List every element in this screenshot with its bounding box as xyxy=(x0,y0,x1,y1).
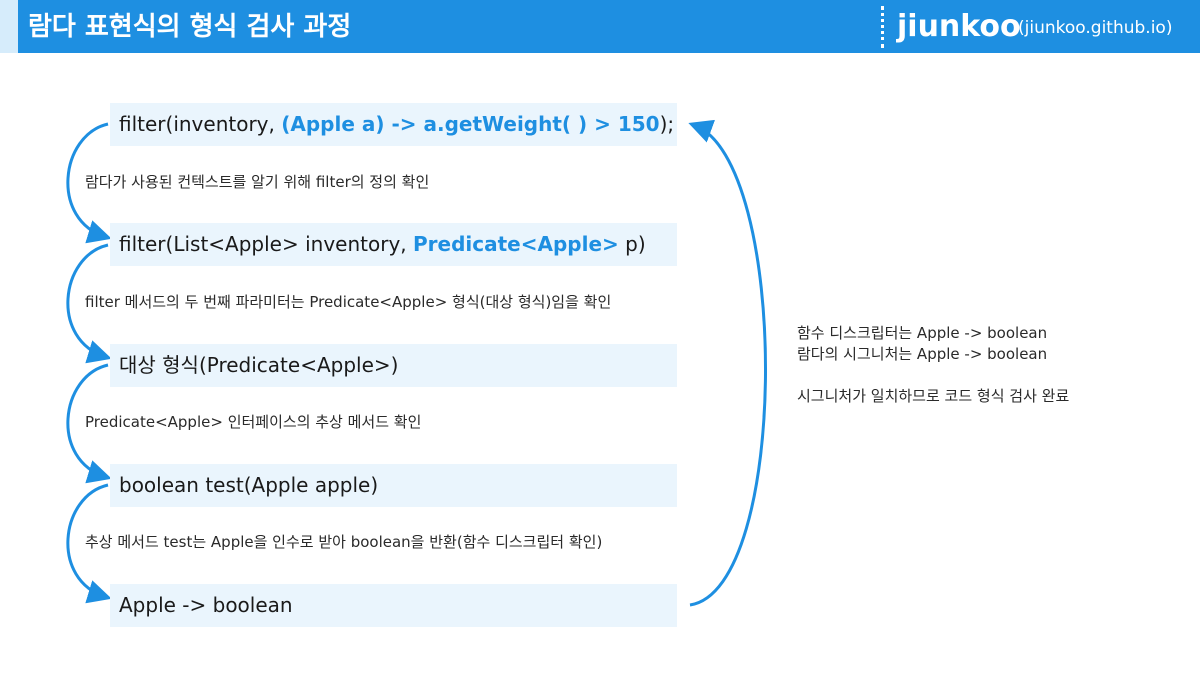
side-note-descriptor: 함수 디스크립터는 Apple -> boolean xyxy=(797,324,1048,342)
step-text-filter-signature: filter(List<Apple> inventory, Predicate<… xyxy=(119,232,646,256)
step-box-lambda-call: filter(inventory, (Apple a) -> a.getWeig… xyxy=(110,103,677,146)
brand-url: (jiunkoo.github.io) xyxy=(1018,18,1173,38)
side-note-signature: 람다의 시그니처는 Apple -> boolean xyxy=(797,345,1048,363)
page-title: 람다 표현식의 형식 검사 과정 xyxy=(28,12,352,42)
note-target-type: filter 메서드의 두 번째 파라미터는 Predicate<Apple> … xyxy=(85,293,612,311)
header-accent-strip xyxy=(0,0,18,53)
step-text-test-method: boolean test(Apple apple) xyxy=(119,473,379,497)
note-check-filter-definition: 람다가 사용된 컨텍스트를 알기 위해 filter의 정의 확인 xyxy=(85,173,430,191)
step-text-target-type: 대상 형식(Predicate<Apple>) xyxy=(119,353,399,377)
step-text-lambda-call: filter(inventory, (Apple a) -> a.getWeig… xyxy=(119,112,675,136)
step-box-target-type: 대상 형식(Predicate<Apple>) xyxy=(110,344,677,387)
step-box-descriptor: Apple -> boolean xyxy=(110,584,677,627)
header-divider xyxy=(881,6,884,48)
brand-name: jiunkoo xyxy=(897,9,1021,44)
step-box-test-method: boolean test(Apple apple) xyxy=(110,464,677,507)
note-function-descriptor: 추상 메서드 test는 Apple을 인수로 받아 boolean을 반환(함… xyxy=(85,533,603,551)
note-abstract-method: Predicate<Apple> 인터페이스의 추상 메서드 확인 xyxy=(85,413,422,431)
return-arrow xyxy=(688,119,767,607)
step-box-filter-signature: filter(List<Apple> inventory, Predicate<… xyxy=(110,223,677,266)
side-note-complete: 시그니처가 일치하므로 코드 형식 검사 완료 xyxy=(797,387,1070,405)
step-text-descriptor: Apple -> boolean xyxy=(119,593,293,617)
header: 람다 표현식의 형식 검사 과정 jiunkoo (jiunkoo.github… xyxy=(0,0,1200,53)
